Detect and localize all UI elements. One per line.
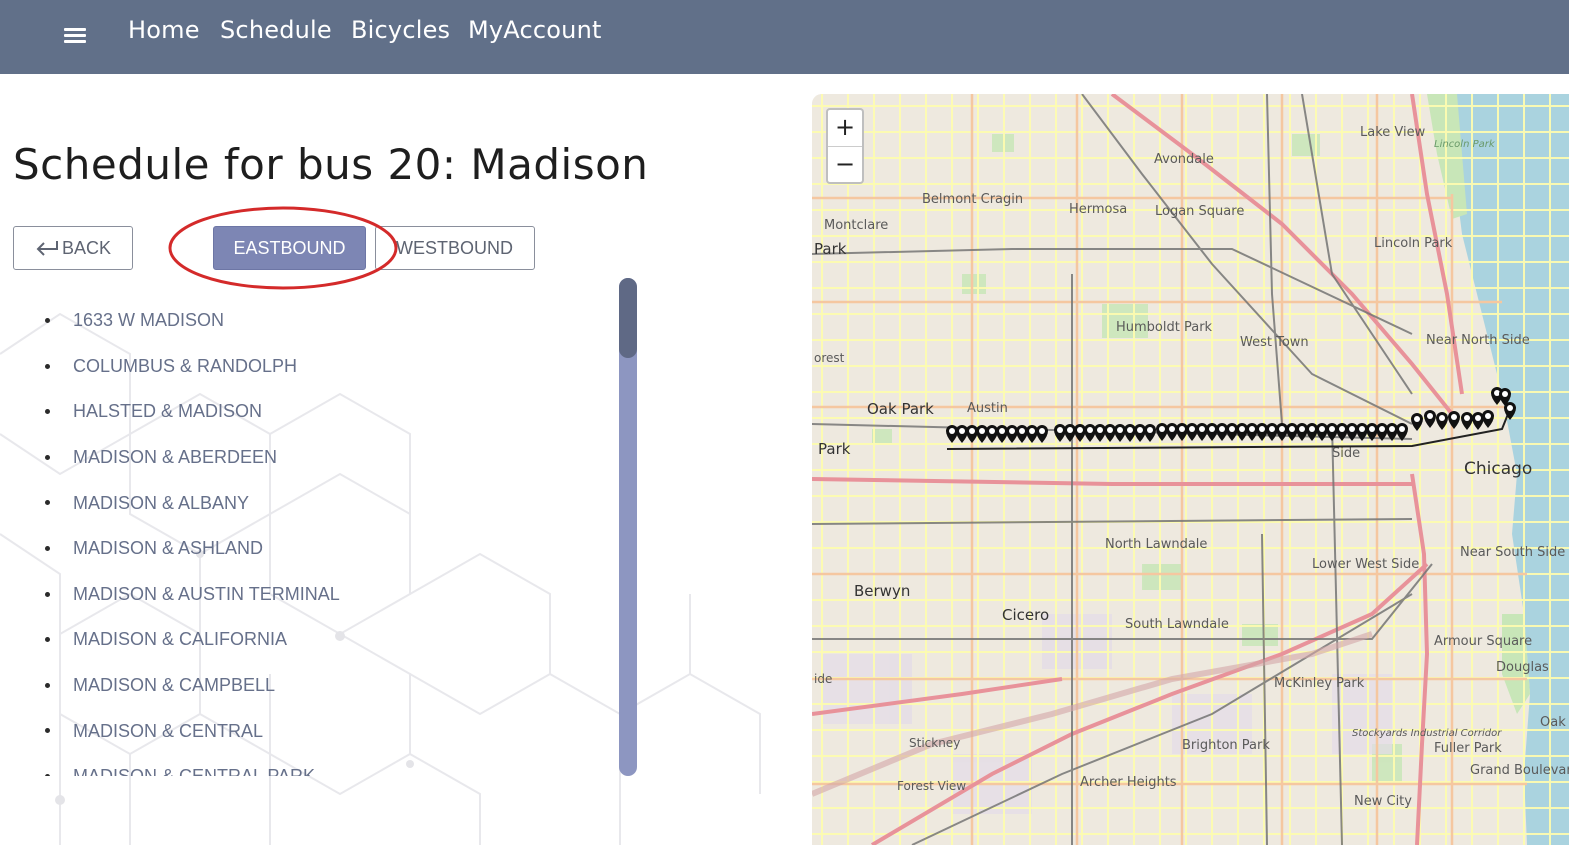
map-label-archer-heights: Archer Heights [1080,775,1177,790]
map-label-hermosa: Hermosa [1069,202,1127,217]
stop-list-item[interactable]: MADISON & CALIFORNIA [13,617,613,663]
map-label-avondale: Avondale [1154,152,1214,167]
map-label-park-left-2: Park [818,440,851,458]
map-label-forest-view: Forest View [897,779,966,793]
map-label-oak: Oak [1540,715,1566,730]
map-label-grand-boulevard: Grand Boulevard [1470,763,1569,778]
stop-list-item[interactable]: MADISON & ABERDEEN [13,435,613,481]
map-label-logan-square: Logan Square [1155,204,1244,219]
back-button-label: BACK [61,237,112,258]
stops-list: 1633 W MADISON COLUMBUS & RANDOLPH HALST… [13,298,613,776]
map-label-near-north-side: Near North Side [1426,333,1530,348]
map-label-south-lawndale: South Lawndale [1125,617,1229,632]
nav-bicycles-link[interactable]: Bicycles [351,16,450,44]
scrollbar-thumb[interactable] [619,278,637,358]
map-label-humboldt-park: Humboldt Park [1116,320,1213,335]
route-map[interactable]: Chicago Oak Park Austin Berwyn Cicero Hu… [812,94,1569,845]
zoom-out-button[interactable]: − [828,147,862,183]
nav-schedule-link[interactable]: Schedule [220,16,332,44]
hamburger-menu-icon[interactable] [62,22,90,50]
stop-list-item[interactable]: MADISON & CAMPBELL [13,663,613,709]
stop-list-item[interactable]: COLUMBUS & RANDOLPH [13,344,613,390]
map-label-forest: orest [814,351,845,365]
map-label-west-town: West Town [1240,335,1309,350]
page-title: Schedule for bus 20: Madison [13,140,649,189]
westbound-button[interactable]: WESTBOUND [375,226,535,270]
map-label-lower-west-side: Lower West Side [1312,557,1419,572]
eastbound-button[interactable]: EASTBOUND [213,226,366,270]
map-label-north-lawndale: North Lawndale [1105,537,1207,552]
stop-list-item[interactable]: MADISON & CENTRAL [13,708,613,754]
map-label-lake-view: Lake View [1360,125,1426,140]
map-label-cicero: Cicero [1002,606,1049,624]
nav-myaccount-link[interactable]: MyAccount [468,16,602,44]
map-label-new-city: New City [1354,794,1412,809]
map-label-mckinley-park: McKinley Park [1274,676,1365,691]
stop-list-item[interactable]: 1633 W MADISON [13,298,613,344]
map-label-berwyn: Berwyn [854,582,910,600]
map-label-fuller-park: Fuller Park [1434,741,1502,756]
stop-list-item[interactable]: MADISON & AUSTIN TERMINAL [13,572,613,618]
stops-list-container[interactable]: 1633 W MADISON COLUMBUS & RANDOLPH HALST… [13,298,613,776]
stop-list-item[interactable]: MADISON & ASHLAND [13,526,613,572]
map-label-brighton-park: Brighton Park [1182,738,1270,753]
stop-list-item[interactable]: MADISON & CENTRAL PARK [13,754,613,776]
map-label-lincoln-park-green: Lincoln Park [1434,139,1496,150]
top-navbar: Home Schedule Bicycles MyAccount [0,0,1569,74]
zoom-in-button[interactable]: + [828,110,862,147]
map-label-austin: Austin [967,401,1008,416]
map-label-park-left: Park [814,240,847,258]
map-label-lincoln-park: Lincoln Park [1374,236,1453,251]
map-label-montclare: Montclare [824,218,888,233]
stops-scrollbar[interactable] [619,278,637,776]
map-label-belmont-cragin: Belmont Cragin [922,192,1023,207]
map-label-ide: ide [814,672,832,686]
map-label-chicago: Chicago [1464,459,1532,479]
return-arrow-icon [36,241,58,256]
nav-home-link[interactable]: Home [128,16,200,44]
back-button[interactable]: BACK [13,226,133,270]
map-label-stockyards: Stockyards Industrial Corridor [1352,728,1502,739]
map-zoom-control: + − [826,108,864,184]
map-label-stickney: Stickney [909,736,960,750]
map-label-side: Side [1332,446,1360,461]
map-label-armour-square: Armour Square [1434,634,1532,649]
map-label-oak-park: Oak Park [867,400,934,418]
map-label-douglas: Douglas [1496,660,1549,675]
map-label-near-south-side: Near South Side [1460,545,1565,560]
stop-list-item[interactable]: HALSTED & MADISON [13,389,613,435]
stop-list-item[interactable]: MADISON & ALBANY [13,480,613,526]
